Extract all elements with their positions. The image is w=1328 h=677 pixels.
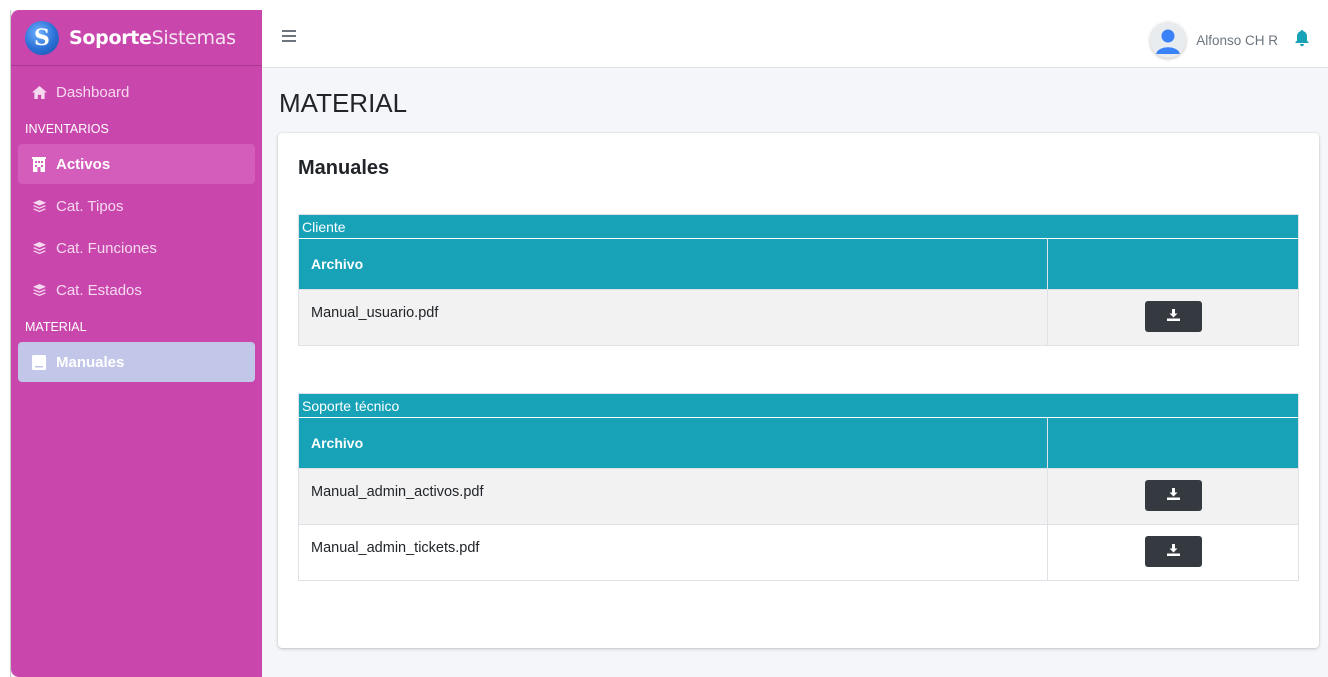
sidebar-item-dashboard[interactable]: Dashboard (18, 72, 255, 112)
sidebar-item-label: Dashboard (56, 83, 130, 101)
brand-name-light: Sistemas (151, 26, 236, 49)
table-header: Archivo (299, 239, 1298, 289)
sidebar-item-cat-estados[interactable]: Cat. Estados (18, 270, 255, 310)
home-icon (30, 85, 48, 99)
topbar: Alfonso CH R (262, 10, 1328, 68)
sidebar-nav: Dashboard INVENTARIOS Activos Cat. Tipos (11, 66, 262, 382)
download-icon (1166, 487, 1180, 504)
file-name: Manual_admin_tickets.pdf (299, 525, 1048, 580)
sidebar-item-label: Manuales (56, 353, 125, 371)
sidebar-item-cat-funciones[interactable]: Cat. Funciones (18, 228, 255, 268)
column-header-actions (1048, 239, 1298, 289)
download-icon (1166, 543, 1180, 560)
table-header: Archivo (299, 418, 1298, 468)
table-caption: Cliente (299, 215, 1298, 239)
user-menu[interactable]: Alfonso CH R (1150, 22, 1278, 58)
sidebar-item-activos[interactable]: Activos (18, 144, 255, 184)
sidebar-header-inventarios: INVENTARIOS (25, 122, 109, 136)
column-header-actions (1048, 418, 1298, 468)
table-soporte-tecnico: Soporte técnico Archivo Manual_admin_act… (298, 393, 1299, 581)
sidebar-item-label: Activos (56, 155, 111, 173)
sidebar-item-manuales[interactable]: Manuales (18, 342, 255, 382)
download-button[interactable] (1144, 480, 1202, 511)
manuales-card: Manuales Cliente Archivo Manual_usuario.… (278, 133, 1319, 648)
sidebar-header-material: MATERIAL (25, 320, 87, 334)
building-icon (30, 156, 48, 172)
sidebar-item-cat-tipos[interactable]: Cat. Tipos (18, 186, 255, 226)
table-row: Manual_admin_activos.pdf (299, 468, 1298, 524)
card-title: Manuales (298, 157, 390, 179)
brand-name-bold: Soporte (69, 26, 152, 49)
actions-cell (1048, 525, 1298, 580)
bell-icon[interactable] (1294, 30, 1312, 48)
book-icon (30, 354, 48, 370)
actions-cell (1048, 290, 1298, 345)
brand-logo: S (25, 20, 59, 55)
layers-icon (30, 241, 48, 255)
column-header-archivo: Archivo (299, 418, 1048, 468)
file-name: Manual_admin_activos.pdf (299, 469, 1048, 524)
actions-cell (1048, 469, 1298, 524)
column-header-archivo: Archivo (299, 239, 1048, 289)
table-row: Manual_usuario.pdf (299, 289, 1298, 345)
sidebar: S SoporteSistemas Dashboard INVENTARIOS … (11, 10, 262, 677)
sidebar-item-label: Cat. Estados (56, 281, 142, 299)
file-name: Manual_usuario.pdf (299, 290, 1048, 345)
hamburger-icon[interactable] (282, 30, 296, 44)
app-window: S SoporteSistemas Dashboard INVENTARIOS … (10, 10, 1328, 677)
user-name: Alfonso CH R (1196, 32, 1278, 48)
download-button[interactable] (1144, 301, 1202, 332)
table-caption: Soporte técnico (299, 394, 1298, 418)
layers-icon (30, 199, 48, 213)
layers-icon (30, 283, 48, 297)
download-button[interactable] (1144, 536, 1202, 567)
sidebar-item-label: Cat. Funciones (56, 239, 157, 257)
table-cliente: Cliente Archivo Manual_usuario.pdf (298, 214, 1299, 346)
brand[interactable]: S SoporteSistemas (11, 10, 262, 66)
sidebar-item-label: Cat. Tipos (56, 197, 124, 215)
brand-name: SoporteSistemas (69, 27, 236, 49)
download-icon (1166, 308, 1180, 325)
page-title: MATERIAL (279, 88, 408, 118)
table-row: Manual_admin_tickets.pdf (299, 524, 1298, 580)
avatar (1150, 22, 1187, 58)
